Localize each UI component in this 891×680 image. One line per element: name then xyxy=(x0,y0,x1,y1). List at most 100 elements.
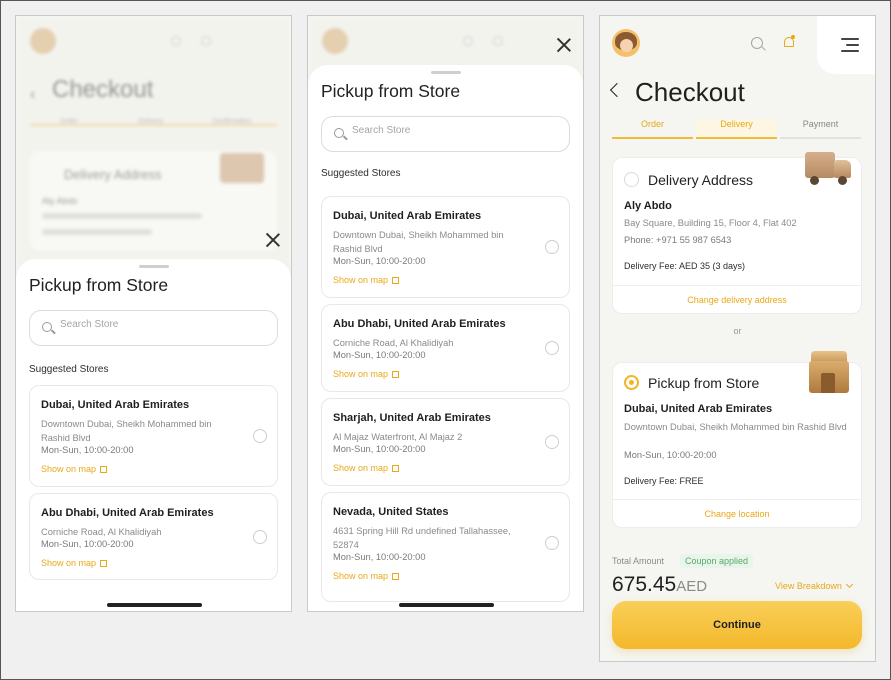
store-address: Corniche Road, Al Khalidiyah xyxy=(333,338,454,348)
avatar xyxy=(30,28,56,54)
continue-button[interactable]: Continue xyxy=(612,601,862,649)
screen-checkout: Checkout Order Delivery Payment Delivery… xyxy=(599,15,876,662)
store-address: Downtown Dubai, Sheikh Mohammed bin Rash… xyxy=(333,230,504,254)
store-radio[interactable] xyxy=(545,341,559,355)
store-hours: Mon-Sun, 10:00-20:00 xyxy=(333,256,426,266)
store-radio[interactable] xyxy=(253,429,267,443)
avatar[interactable] xyxy=(612,29,640,57)
step-bar xyxy=(696,137,777,139)
pickup-radio-selected[interactable] xyxy=(624,375,639,390)
page-title: Checkout xyxy=(635,77,745,107)
step-label: Order xyxy=(640,119,664,129)
menu-icon xyxy=(841,38,859,40)
close-icon[interactable] xyxy=(556,37,572,53)
store-radio[interactable] xyxy=(545,240,559,254)
pickup-title: Pickup from Store xyxy=(648,375,760,391)
store-hours: Mon-Sun, 10:00-20:00 xyxy=(41,539,134,549)
sheet-handle[interactable] xyxy=(138,265,169,268)
store-radio[interactable] xyxy=(545,435,559,449)
change-delivery-address-link[interactable]: Change delivery address xyxy=(613,285,861,313)
suggested-stores-label: Suggested Stores xyxy=(29,364,109,375)
backdrop-step-order: Order xyxy=(60,118,78,125)
chevron-down-icon xyxy=(845,580,853,589)
sheet-title: Pickup from Store xyxy=(29,275,169,295)
external-link-icon xyxy=(392,277,400,284)
pickup-store-hours: Mon-Sun, 10:00-20:00 xyxy=(624,450,717,460)
store-address: 4631 Spring Hill Rd undefined Tallahasse… xyxy=(333,526,511,550)
screen-pickup-sheet-partial: ‹ Checkout Order Delivery Confirmation D… xyxy=(15,15,292,612)
step-payment[interactable]: Payment xyxy=(780,119,861,139)
show-on-map-label: Show on map xyxy=(333,463,389,473)
delivery-address: Bay Square, Building 15, Floor 4, Flat 4… xyxy=(624,218,797,228)
delivery-address-card[interactable]: Delivery Address Aly Abdo Bay Square, Bu… xyxy=(612,152,862,314)
truck-wheel xyxy=(838,176,847,185)
search-icon[interactable] xyxy=(751,37,763,49)
truck-box xyxy=(805,152,835,178)
delivery-radio[interactable] xyxy=(624,172,639,187)
truck-icon xyxy=(805,152,853,188)
store-hours: Mon-Sun, 10:00-20:00 xyxy=(333,350,426,360)
store-search[interactable] xyxy=(29,310,278,346)
total-amount-label: Total Amount xyxy=(612,556,665,566)
store-card-dubai[interactable]: Dubai, United Arab Emirates Downtown Dub… xyxy=(29,385,278,487)
store-card-sharjah[interactable]: Sharjah, United Arab Emirates Al Majaz W… xyxy=(321,398,570,486)
close-icon[interactable] xyxy=(265,232,281,248)
search-icon xyxy=(171,36,181,46)
backdrop-line xyxy=(42,213,202,219)
menu-button[interactable] xyxy=(817,16,875,74)
price-currency: AED xyxy=(676,578,708,595)
store-address: Corniche Road, Al Khalidiyah xyxy=(41,527,162,537)
step-delivery[interactable]: Delivery xyxy=(696,119,777,139)
search-icon xyxy=(334,128,344,138)
store-card-nevada[interactable]: Nevada, United States 4631 Spring Hill R… xyxy=(321,492,570,602)
store-name: Abu Dhabi, United Arab Emirates xyxy=(333,318,506,330)
store-hours: Mon-Sun, 10:00-20:00 xyxy=(333,552,426,562)
pickup-fee: Delivery Fee: FREE xyxy=(624,476,704,486)
total-price: 675.45AED xyxy=(612,573,707,597)
checkout-steps: Order Delivery Payment xyxy=(612,119,863,139)
search-input[interactable] xyxy=(60,319,240,330)
external-link-icon xyxy=(392,465,400,472)
search-icon xyxy=(42,322,52,332)
show-on-map-link[interactable]: Show on map xyxy=(333,369,400,379)
notification-dot xyxy=(791,35,795,39)
bell-icon xyxy=(201,36,211,46)
change-location-link[interactable]: Change location xyxy=(613,499,861,527)
screen-pickup-sheet-expanded: Pickup from Store Suggested Stores Dubai… xyxy=(307,15,584,612)
search-input[interactable] xyxy=(352,125,532,136)
back-chevron-icon[interactable] xyxy=(609,82,625,98)
show-on-map-link[interactable]: Show on map xyxy=(333,463,400,473)
breakdown-label: View Breakdown xyxy=(775,581,842,591)
sheet-title: Pickup from Store xyxy=(321,81,461,101)
pickup-sheet: Pickup from Store Suggested Stores Dubai… xyxy=(308,65,583,611)
store-address: Al Majaz Waterfront, Al Majaz 2 xyxy=(333,432,463,442)
pickup-store-card[interactable]: Pickup from Store Dubai, United Arab Emi… xyxy=(612,351,862,528)
back-chevron-icon: ‹ xyxy=(30,86,36,103)
sheet-handle[interactable] xyxy=(430,71,461,74)
store-search[interactable] xyxy=(321,116,570,152)
show-on-map-link[interactable]: Show on map xyxy=(41,558,108,568)
store-name: Dubai, United Arab Emirates xyxy=(333,210,482,222)
avatar-face xyxy=(620,39,633,52)
store-name: Nevada, United States xyxy=(333,506,449,518)
price-amount: 675.45 xyxy=(612,573,677,596)
store-card-abu-dhabi[interactable]: Abu Dhabi, United Arab Emirates Corniche… xyxy=(29,493,278,580)
store-card-dubai[interactable]: Dubai, United Arab Emirates Downtown Dub… xyxy=(321,196,570,298)
show-on-map-label: Show on map xyxy=(333,275,389,285)
store-radio[interactable] xyxy=(545,536,559,550)
backdrop-step-delivery: Delivery xyxy=(138,118,164,125)
bell-icon[interactable] xyxy=(782,35,796,50)
store-radio[interactable] xyxy=(253,530,267,544)
store-card-abu-dhabi[interactable]: Abu Dhabi, United Arab Emirates Corniche… xyxy=(321,304,570,392)
home-indicator xyxy=(398,603,494,607)
step-order[interactable]: Order xyxy=(612,119,693,139)
delivery-title: Delivery Address xyxy=(648,172,754,188)
view-breakdown-link[interactable]: View Breakdown xyxy=(775,580,853,591)
show-on-map-link[interactable]: Show on map xyxy=(41,464,108,474)
backdrop-name: Aly Abdo xyxy=(42,196,78,206)
show-on-map-link[interactable]: Show on map xyxy=(333,275,400,285)
backdrop-step-confirmation: Confirmation xyxy=(212,118,252,125)
external-link-icon xyxy=(392,371,400,378)
show-on-map-link[interactable]: Show on map xyxy=(333,571,400,581)
pickup-sheet: Pickup from Store Suggested Stores Dubai… xyxy=(16,259,291,611)
